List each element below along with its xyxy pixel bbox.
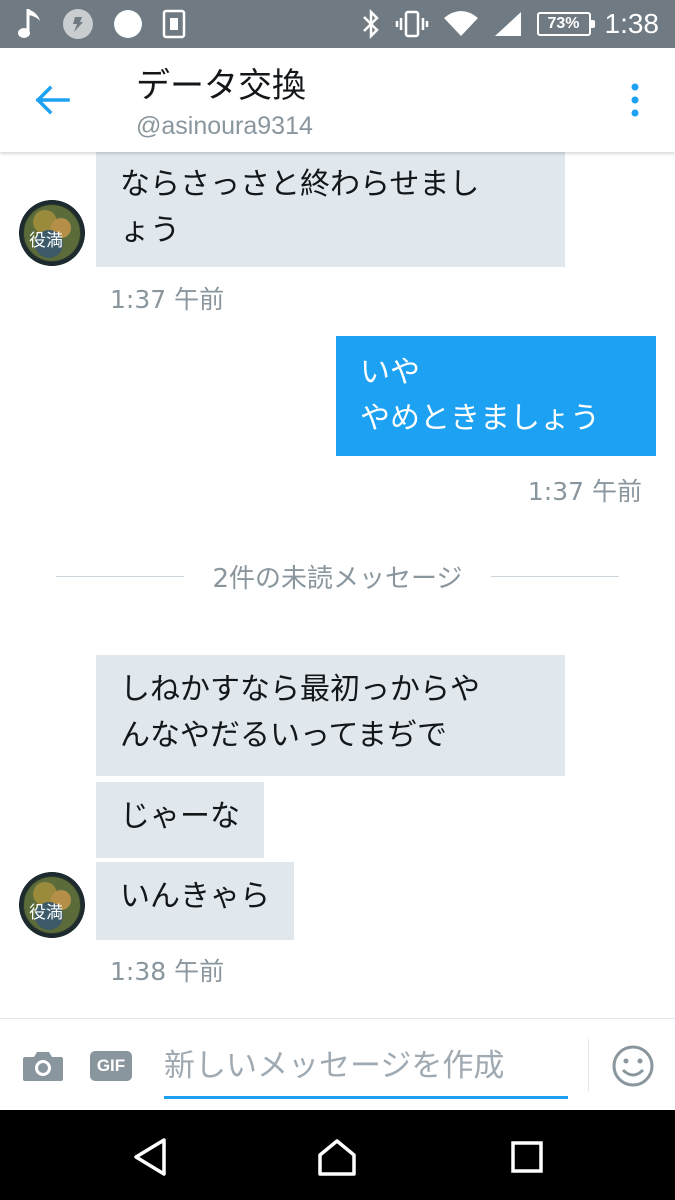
- home-icon: [318, 1139, 356, 1176]
- battery-icon: 73%: [536, 12, 595, 36]
- smiley-icon: [612, 1045, 654, 1087]
- unread-label: 2件の未読メッセージ: [212, 563, 463, 594]
- conversation-handle: @asinoura9314: [136, 112, 313, 140]
- conversation-title: データ交換: [136, 66, 306, 106]
- nav-recents-button[interactable]: [505, 1135, 549, 1179]
- circle-icon: [112, 8, 144, 40]
- avatar-text: 役満: [29, 903, 63, 923]
- message-timestamp: 1:37 午前: [527, 477, 642, 506]
- message-timestamp: 1:37 午前: [110, 285, 225, 314]
- camera-icon: [23, 1052, 63, 1081]
- unread-divider: 2件の未読メッセージ: [56, 556, 619, 596]
- notification-icon: [62, 8, 94, 40]
- avatar[interactable]: 役満: [19, 200, 85, 266]
- vibrate-icon: [395, 9, 429, 39]
- incoming-message[interactable]: いんきゃら: [96, 862, 294, 940]
- conversation-header: データ交換 @asinoura9314: [0, 48, 675, 152]
- wifi-icon: [443, 10, 479, 38]
- avatar-text: 役満: [29, 231, 63, 251]
- outgoing-message[interactable]: いや やめときましょう: [336, 336, 656, 456]
- divider-line: [56, 575, 185, 577]
- triangle-back-icon: [134, 1138, 166, 1176]
- square-recents-icon: [511, 1141, 543, 1173]
- camera-button[interactable]: [20, 1047, 66, 1085]
- arrow-left-icon: [35, 85, 70, 115]
- more-vertical-icon: [631, 83, 639, 117]
- more-options-button[interactable]: [623, 80, 647, 120]
- message-input[interactable]: [164, 1035, 568, 1099]
- message-list[interactable]: ならさっさと終わらせまし ょう 役満 1:37 午前 いや やめときましょう 1…: [0, 152, 675, 1018]
- back-button[interactable]: [30, 80, 74, 120]
- message-composer: GIF: [0, 1018, 675, 1110]
- gif-button[interactable]: GIF: [90, 1051, 132, 1081]
- nav-back-button[interactable]: [128, 1135, 172, 1179]
- avatar[interactable]: 役満: [19, 872, 85, 938]
- nav-home-button[interactable]: [315, 1135, 359, 1179]
- emoji-button[interactable]: [610, 1043, 656, 1089]
- composer-separator: [588, 1039, 589, 1091]
- divider-line: [490, 575, 619, 577]
- incoming-message[interactable]: しねかすなら最初っからや んなやだるいってまぢで: [96, 655, 565, 776]
- bluetooth-icon: [361, 9, 381, 39]
- status-time: 1:38: [604, 8, 660, 39]
- music-note-icon: [18, 7, 44, 41]
- signal-icon: [493, 10, 523, 38]
- status-bar: 73% 1:38: [0, 0, 675, 48]
- system-nav-bar: [0, 1110, 675, 1200]
- message-timestamp: 1:38 午前: [110, 957, 225, 986]
- incoming-message[interactable]: じゃーな: [96, 782, 264, 858]
- incoming-message[interactable]: ならさっさと終わらせまし ょう: [96, 152, 565, 267]
- sim-icon: [162, 9, 186, 39]
